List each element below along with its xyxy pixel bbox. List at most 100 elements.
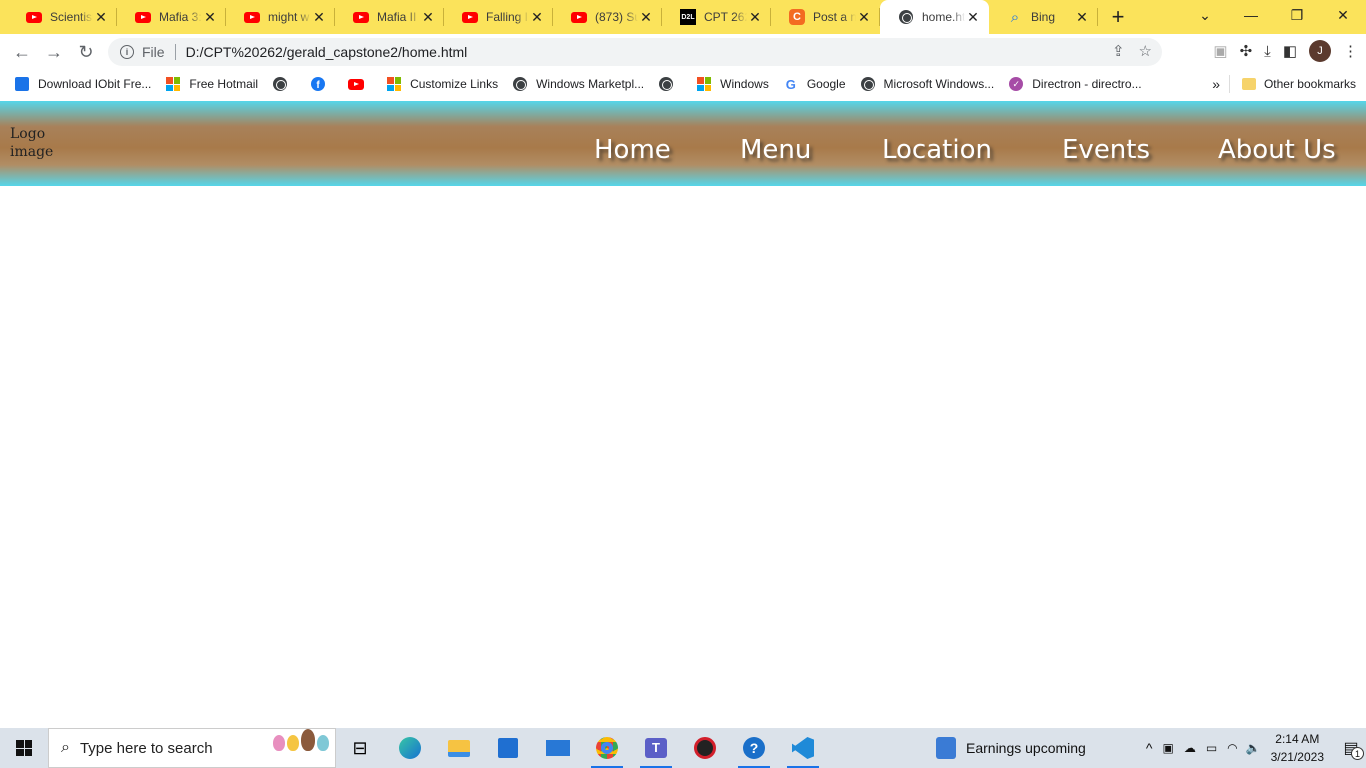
tab-close-icon[interactable]: ✕ — [529, 9, 545, 26]
browser-tab[interactable]: home.ht ✕ — [880, 0, 989, 34]
tab-close-icon[interactable]: ✕ — [1074, 9, 1090, 26]
volume-muted-icon[interactable]: 🔈 — [1246, 741, 1261, 755]
onedrive-icon[interactable]: ☁ — [1184, 741, 1196, 755]
weather-text: Earnings upcoming — [966, 740, 1086, 756]
tab-favicon: D2L — [680, 9, 696, 25]
bookmark-item[interactable]: Download IObit Fre... — [14, 76, 151, 92]
bookmark-icon-wrap: f — [310, 76, 326, 92]
back-button[interactable]: ← — [6, 36, 38, 68]
mail-icon[interactable] — [538, 732, 578, 764]
bookmark-label: Google — [806, 77, 846, 91]
close-window-button[interactable]: ✕ — [1320, 0, 1366, 30]
notifications-icon[interactable]: ▤ 1 — [1336, 728, 1366, 768]
tab-search-button[interactable]: ⌄ — [1182, 0, 1228, 30]
edge-icon[interactable] — [390, 732, 430, 764]
battery-icon[interactable]: ▭ — [1206, 741, 1217, 755]
file-explorer-icon[interactable] — [439, 732, 479, 764]
url-text[interactable]: D:/CPT%20262/gerald_capstone2/home.html — [186, 44, 468, 60]
show-hidden-icons-icon[interactable]: ^ — [1146, 740, 1153, 756]
youtube-icon — [244, 11, 260, 23]
browser-tab[interactable]: might w ✕ — [226, 0, 335, 34]
side-panel-icon[interactable]: ◧ — [1283, 42, 1297, 60]
bookmark-item[interactable]: Microsoft Windows... — [860, 76, 994, 92]
browser-tab[interactable]: (873) Su ✕ — [553, 0, 662, 34]
nav-link-menu[interactable]: Menu — [740, 135, 811, 165]
address-bar[interactable]: i File D:/CPT%20262/gerald_capstone2/hom… — [108, 38, 1162, 66]
teams-icon[interactable]: T — [636, 732, 676, 768]
youtube-icon — [26, 11, 42, 23]
task-view-icon[interactable]: ⊟ — [340, 732, 380, 764]
site-nav: Home Menu Location Events About Us — [0, 135, 1366, 169]
download-icon[interactable]: ⤓ — [1264, 43, 1271, 60]
bookmark-star-icon[interactable]: ☆ — [1139, 42, 1152, 60]
browser-tab[interactable]: Mafia II ✕ — [335, 0, 444, 34]
quick-assist-icon[interactable]: ? — [734, 732, 774, 768]
chrome-icon[interactable] — [587, 732, 627, 768]
extensions-puzzle-icon[interactable]: ✣ — [1240, 42, 1253, 60]
clock[interactable]: 2:14 AM 3/21/2023 — [1271, 730, 1324, 766]
windows-taskbar: ⌕ Type here to search ⊟ T ? Earnings upc… — [0, 728, 1366, 768]
other-bookmarks-button[interactable]: Other bookmarks — [1241, 77, 1356, 91]
tab-close-icon[interactable]: ✕ — [202, 9, 218, 26]
weather-widget[interactable]: Earnings upcoming — [936, 728, 1086, 768]
bookmark-icon-wrap — [658, 76, 674, 92]
extension-r-icon[interactable]: ▣ — [1213, 42, 1227, 60]
menu-dots-icon[interactable]: ⋮ — [1343, 42, 1358, 60]
google-icon: G — [785, 76, 796, 92]
bookmark-item[interactable]: ✓ Directron - directro... — [1008, 76, 1142, 92]
directron-icon: ✓ — [1009, 77, 1024, 91]
bookmark-label: Download IObit Fre... — [38, 77, 152, 91]
reload-button[interactable]: ↻ — [70, 36, 102, 68]
bookmark-item[interactable] — [348, 76, 372, 92]
folder-icon — [1241, 78, 1256, 90]
wifi-icon[interactable]: ◠ — [1227, 741, 1237, 755]
share-icon[interactable]: ⇪ — [1112, 42, 1125, 60]
nav-link-location[interactable]: Location — [882, 135, 992, 165]
bookmark-item[interactable]: Windows — [696, 76, 769, 92]
microsoft-store-icon[interactable] — [488, 732, 528, 764]
bookmark-item[interactable]: Free Hotmail — [165, 76, 258, 92]
red-app-icon[interactable] — [685, 732, 725, 764]
chegg-icon: C — [789, 9, 805, 25]
tab-close-icon[interactable]: ✕ — [856, 9, 872, 26]
tab-close-icon[interactable]: ✕ — [93, 9, 109, 26]
taskbar-search-box[interactable]: ⌕ Type here to search — [48, 728, 336, 768]
youtube-icon — [571, 11, 587, 23]
bookmark-icon-wrap — [696, 76, 712, 92]
new-tab-button[interactable]: + — [1098, 0, 1138, 34]
nav-link-events[interactable]: Events — [1062, 135, 1150, 165]
meet-now-icon[interactable]: ▣ — [1162, 741, 1173, 755]
tab-close-icon[interactable]: ✕ — [965, 9, 981, 26]
bookmark-item[interactable] — [658, 76, 682, 92]
nav-link-home[interactable]: Home — [594, 135, 671, 165]
bookmark-item[interactable]: f — [310, 76, 334, 92]
more-bookmarks-button[interactable]: » — [1212, 76, 1220, 92]
vscode-icon[interactable] — [783, 732, 823, 768]
bookmark-icon-wrap — [165, 76, 181, 92]
browser-tab[interactable]: D2L CPT 262 ✕ — [662, 0, 771, 34]
bookmark-item[interactable] — [272, 76, 296, 92]
iobit-icon — [15, 77, 29, 91]
browser-tab[interactable]: Falling I ✕ — [444, 0, 553, 34]
bookmark-item[interactable]: Windows Marketpl... — [512, 76, 644, 92]
browser-tab[interactable]: Scientist ✕ — [8, 0, 117, 34]
forward-button[interactable]: → — [38, 36, 70, 68]
bookmark-item[interactable]: Customize Links — [386, 76, 498, 92]
restore-button[interactable]: ❐ — [1274, 0, 1320, 30]
tab-close-icon[interactable]: ✕ — [747, 9, 763, 26]
minimize-button[interactable]: — — [1228, 0, 1274, 30]
tab-favicon — [353, 9, 369, 25]
bookmark-item[interactable]: G Google — [783, 76, 846, 92]
youtube-icon — [348, 78, 365, 90]
tab-close-icon[interactable]: ✕ — [638, 9, 654, 26]
browser-tab[interactable]: Mafia 3: ✕ — [117, 0, 226, 34]
browser-tab[interactable]: ⌕ Bing ✕ — [989, 0, 1098, 34]
globe-icon — [273, 77, 288, 91]
nav-link-about-us[interactable]: About Us — [1218, 135, 1336, 165]
tab-close-icon[interactable]: ✕ — [420, 9, 436, 26]
profile-avatar[interactable]: J — [1309, 40, 1331, 62]
start-button[interactable] — [0, 728, 48, 768]
tab-close-icon[interactable]: ✕ — [311, 9, 327, 26]
site-info-icon[interactable]: i — [120, 45, 134, 59]
browser-tab[interactable]: C Post a n ✕ — [771, 0, 880, 34]
